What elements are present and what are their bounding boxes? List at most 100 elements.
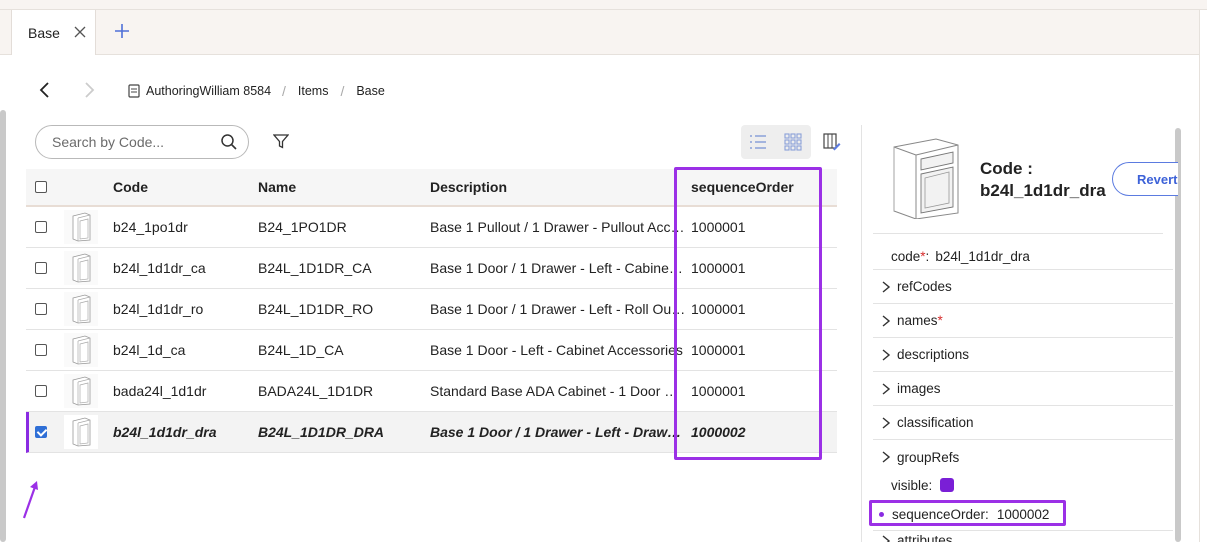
search-input[interactable] <box>52 134 212 150</box>
row-checkbox[interactable] <box>35 303 47 315</box>
section-label: groupRefs <box>897 449 960 465</box>
grid-view-icon[interactable] <box>784 133 802 151</box>
cell-name: B24L_1D1DR_DRA <box>258 424 385 440</box>
section-images[interactable]: images <box>873 372 1173 406</box>
filter-icon[interactable] <box>273 133 289 150</box>
cell-code: b24_1po1dr <box>113 219 188 235</box>
cabinet-thumbnail <box>64 374 98 408</box>
section-refcodes[interactable]: refCodes <box>873 270 1173 304</box>
cell-code: b24l_1d1dr_ro <box>113 301 204 317</box>
cell-description: Base 1 Pullout / 1 Drawer - Pullout Acce… <box>430 207 686 247</box>
cabinet-preview-image <box>893 138 959 219</box>
section-label: attributes <box>897 533 953 542</box>
description-text: Base 1 Door / 1 Drawer - Left - Cabinet … <box>430 260 686 276</box>
breadcrumb-items[interactable]: Items <box>298 84 329 98</box>
table-row[interactable]: b24l_1d1dr_ca B24L_1D1DR_CA Base 1 Door … <box>26 248 837 289</box>
table-row[interactable]: b24_1po1dr B24_1PO1DR Base 1 Pullout / 1… <box>26 207 837 248</box>
panel-divider <box>861 125 862 542</box>
cell-sequenceorder: 1000001 <box>691 342 746 358</box>
section-names[interactable]: names * <box>873 304 1173 338</box>
row-checkbox[interactable] <box>35 344 47 356</box>
column-header-sequenceorder[interactable]: sequenceOrder <box>691 169 811 205</box>
description-text: Base 1 Door / 1 Drawer - Left - Roll Out… <box>430 301 686 317</box>
chevron-right-icon <box>882 534 891 542</box>
cabinet-icon <box>72 294 91 324</box>
select-all-checkbox[interactable] <box>35 181 47 193</box>
code-property: code *: b24l_1d1dr_dra <box>873 243 1173 270</box>
sequenceorder-label: sequenceOrder: <box>892 506 989 522</box>
cabinet-icon <box>72 376 91 406</box>
row-checkbox-checked[interactable] <box>35 426 47 438</box>
chevron-right-icon <box>882 416 891 429</box>
table-header: Code Name Description sequenceOrder <box>26 169 837 207</box>
cell-name: B24_1PO1DR <box>258 219 347 235</box>
cell-code: b24l_1d1dr_ca <box>113 260 206 276</box>
cabinet-thumbnail <box>64 415 98 449</box>
select-all-cell <box>35 169 49 205</box>
row-checkbox-cell <box>35 371 49 411</box>
detail-separator <box>873 233 1163 234</box>
cabinet-thumbnail <box>64 210 98 244</box>
description-text: Standard Base ADA Cabinet - 1 Door + 1 D… <box>430 383 686 399</box>
breadcrumb-base: Base <box>356 84 385 98</box>
row-checkbox[interactable] <box>35 385 47 397</box>
close-icon[interactable] <box>73 25 87 39</box>
cabinet-icon <box>72 335 91 365</box>
forward-arrow-icon[interactable] <box>82 81 96 99</box>
table-row[interactable]: bada24l_1d1dr BADA24L_1D1DR Standard Bas… <box>26 371 837 412</box>
detail-title-value: b24l_1d1dr_dra <box>980 181 1106 200</box>
sequenceorder-value[interactable]: 1000002 <box>997 507 1050 522</box>
column-header-name[interactable]: Name <box>258 169 423 205</box>
cell-description: Standard Base ADA Cabinet - 1 Door + 1 D… <box>430 371 686 411</box>
breadcrumb-separator: / <box>282 83 286 99</box>
scrollbar-left[interactable] <box>0 110 6 542</box>
cell-name: B24L_1D_CA <box>258 342 344 358</box>
tab-base[interactable]: Base <box>11 10 96 55</box>
table-row-selected[interactable]: b24l_1d1dr_dra B24L_1D1DR_DRA Base 1 Doo… <box>26 412 837 453</box>
row-checkbox[interactable] <box>35 262 47 274</box>
visible-toggle[interactable] <box>940 478 955 492</box>
row-thumbnail-cell <box>64 207 98 247</box>
row-checkbox-cell <box>35 248 49 288</box>
required-marker: * <box>937 313 943 328</box>
breadcrumb-project[interactable]: AuthoringWilliam 8584 <box>146 84 278 98</box>
code-separator: : <box>925 248 930 264</box>
description-text: Base 1 Pullout / 1 Drawer - Pullout Acce… <box>430 219 686 235</box>
revert-button[interactable]: Revert <box>1112 162 1178 196</box>
section-label: descriptions <box>897 347 970 362</box>
visible-label: visible: <box>891 477 933 493</box>
view-toggle <box>741 125 811 159</box>
code-value: b24l_1d1dr_dra <box>935 248 1030 264</box>
section-attributes[interactable]: attributes <box>873 530 1173 542</box>
table-row[interactable]: b24l_1d_ca B24L_1D_CA Base 1 Door - Left… <box>26 330 837 371</box>
row-thumbnail-cell <box>64 371 98 411</box>
section-descriptions[interactable]: descriptions <box>873 338 1173 372</box>
cell-sequenceorder: 1000001 <box>691 383 746 399</box>
cabinet-thumbnail <box>64 333 98 367</box>
list-view-icon[interactable] <box>749 133 767 151</box>
detail-title-label: Code : <box>980 159 1033 178</box>
table-row[interactable]: b24l_1d1dr_ro B24L_1D1DR_RO Base 1 Door … <box>26 289 837 330</box>
cabinet-icon <box>72 417 91 447</box>
column-header-description[interactable]: Description <box>430 169 686 205</box>
cell-name: B24L_1D1DR_RO <box>258 301 374 317</box>
section-classification[interactable]: classification <box>873 406 1173 440</box>
sequenceorder-property: sequenceOrder: 1000002 <box>873 502 1173 526</box>
row-thumbnail-cell <box>64 412 98 452</box>
column-header-code[interactable]: Code <box>113 169 253 205</box>
chevron-right-icon <box>882 280 891 293</box>
section-grouprefs[interactable]: groupRefs <box>873 440 1173 474</box>
row-checkbox[interactable] <box>35 221 47 233</box>
cell-sequenceorder: 1000001 <box>691 260 746 276</box>
back-arrow-icon[interactable] <box>38 81 52 99</box>
column-settings-icon[interactable] <box>823 133 841 151</box>
section-label: names <box>897 313 938 328</box>
search-icon[interactable] <box>220 133 238 151</box>
cell-description: Base 1 Door / 1 Drawer - Left - Roll Out… <box>430 289 686 329</box>
description-text: Base 1 Door - Left - Cabinet Accessories <box>430 342 683 358</box>
detail-title: Code : b24l_1d1dr_dra <box>980 158 1106 202</box>
chevron-right-icon <box>882 451 891 463</box>
plus-icon[interactable] <box>113 22 131 40</box>
cabinet-icon <box>72 253 91 283</box>
cell-code: b24l_1d_ca <box>113 342 186 358</box>
